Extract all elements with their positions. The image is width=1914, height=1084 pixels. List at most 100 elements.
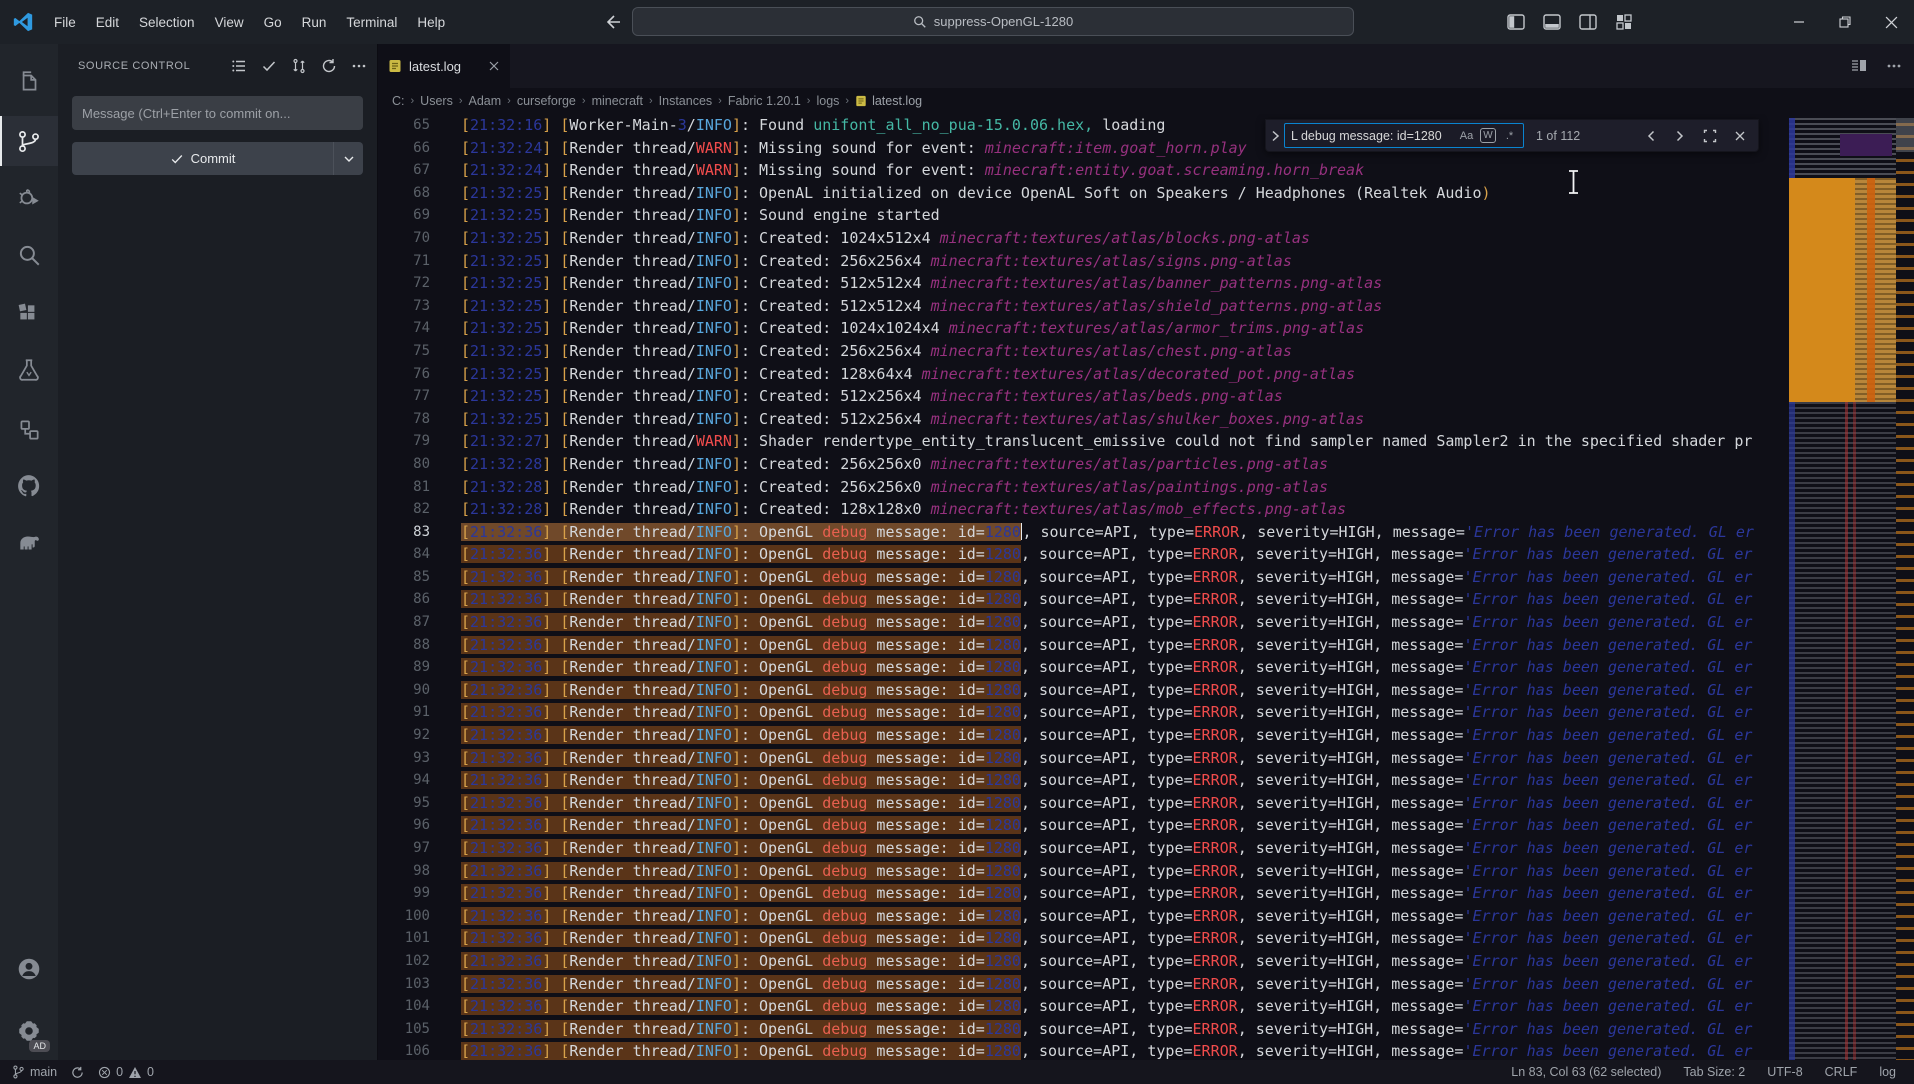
compare-changes-icon[interactable]	[291, 58, 307, 74]
sync-changes-button[interactable]	[71, 1066, 84, 1079]
log-line[interactable]: 98[21:32:36] [Render thread/INFO]: OpenG…	[378, 860, 1914, 883]
activity-run-debug[interactable]	[0, 173, 58, 223]
activity-accounts[interactable]	[0, 944, 58, 994]
log-line[interactable]: 74[21:32:25] [Render thread/INFO]: Creat…	[378, 317, 1914, 340]
log-line[interactable]: 84[21:32:36] [Render thread/INFO]: OpenG…	[378, 543, 1914, 566]
match-case-toggle[interactable]: Aa	[1457, 126, 1476, 145]
regex-toggle[interactable]: .*	[1500, 126, 1519, 145]
branch-indicator[interactable]: main	[12, 1065, 57, 1079]
breadcrumb-file[interactable]: latest.log	[855, 94, 922, 108]
find-input[interactable]: L debug message: id=1280 Aa W .*	[1284, 123, 1524, 148]
menu-view[interactable]: View	[205, 10, 254, 35]
more-actions-icon[interactable]	[351, 58, 367, 74]
log-line[interactable]: 72[21:32:25] [Render thread/INFO]: Creat…	[378, 272, 1914, 295]
log-line[interactable]: 100[21:32:36] [Render thread/INFO]: Open…	[378, 905, 1914, 928]
breadcrumb-segment[interactable]: Users	[420, 94, 453, 108]
problems-indicator[interactable]: 0 0	[98, 1065, 154, 1079]
back-arrow-icon[interactable]	[603, 12, 623, 32]
menu-terminal[interactable]: Terminal	[336, 10, 407, 35]
log-line[interactable]: 73[21:32:25] [Render thread/INFO]: Creat…	[378, 295, 1914, 318]
log-line[interactable]: 97[21:32:36] [Render thread/INFO]: OpenG…	[378, 837, 1914, 860]
log-line[interactable]: 78[21:32:25] [Render thread/INFO]: Creat…	[378, 408, 1914, 431]
previous-match-icon[interactable]	[1645, 130, 1657, 142]
activity-references[interactable]	[0, 405, 58, 455]
close-find-icon[interactable]	[1734, 130, 1746, 142]
log-line[interactable]: 89[21:32:36] [Render thread/INFO]: OpenG…	[378, 656, 1914, 679]
activity-source-control[interactable]	[0, 116, 58, 166]
split-editor-icon[interactable]	[1850, 57, 1868, 75]
commit-check-icon[interactable]	[261, 58, 277, 74]
log-line[interactable]: 80[21:32:28] [Render thread/INFO]: Creat…	[378, 453, 1914, 476]
breadcrumb-segment[interactable]: C:	[392, 94, 405, 108]
log-line[interactable]: 82[21:32:28] [Render thread/INFO]: Creat…	[378, 498, 1914, 521]
menu-edit[interactable]: Edit	[86, 10, 129, 35]
activity-github[interactable]	[0, 461, 58, 511]
log-line[interactable]: 101[21:32:36] [Render thread/INFO]: Open…	[378, 927, 1914, 950]
commit-button-main[interactable]: Commit	[72, 151, 333, 166]
log-line[interactable]: 81[21:32:28] [Render thread/INFO]: Creat…	[378, 476, 1914, 499]
activity-gradle[interactable]	[0, 518, 58, 568]
log-line[interactable]: 102[21:32:36] [Render thread/INFO]: Open…	[378, 950, 1914, 973]
log-line[interactable]: 91[21:32:36] [Render thread/INFO]: OpenG…	[378, 701, 1914, 724]
menu-selection[interactable]: Selection	[129, 10, 205, 35]
breadcrumb-segment[interactable]: curseforge	[517, 94, 576, 108]
status-eol-sequence[interactable]: CRLF	[1825, 1065, 1858, 1079]
more-actions-icon[interactable]	[1886, 58, 1902, 74]
close-window-button[interactable]	[1868, 0, 1914, 44]
breadcrumb-segment[interactable]: Instances	[659, 94, 713, 108]
log-line[interactable]: 77[21:32:25] [Render thread/INFO]: Creat…	[378, 385, 1914, 408]
minimize-button[interactable]	[1776, 0, 1822, 44]
activity-extensions[interactable]	[0, 289, 58, 339]
log-line[interactable]: 68[21:32:25] [Render thread/INFO]: OpenA…	[378, 182, 1914, 205]
toggle-sidebar-icon[interactable]	[1506, 12, 1526, 32]
commit-dropdown[interactable]	[333, 142, 363, 175]
vertical-scrollbar[interactable]	[1896, 114, 1914, 1060]
menu-go[interactable]: Go	[254, 10, 292, 35]
log-line[interactable]: 71[21:32:25] [Render thread/INFO]: Creat…	[378, 250, 1914, 273]
commit-button[interactable]: Commit	[72, 142, 363, 175]
log-line[interactable]: 86[21:32:36] [Render thread/INFO]: OpenG…	[378, 588, 1914, 611]
find-collapse-toggle[interactable]	[1266, 120, 1284, 151]
log-line[interactable]: 83[21:32:36] [Render thread/INFO]: OpenG…	[378, 521, 1914, 544]
log-line[interactable]: 104[21:32:36] [Render thread/INFO]: Open…	[378, 995, 1914, 1018]
status-language-mode[interactable]: log	[1879, 1065, 1896, 1079]
next-match-icon[interactable]	[1674, 130, 1686, 142]
status-tab-size[interactable]: Tab Size: 2	[1683, 1065, 1745, 1079]
menu-run[interactable]: Run	[292, 10, 337, 35]
activity-settings[interactable]: AD	[0, 1006, 58, 1056]
log-line[interactable]: 88[21:32:36] [Render thread/INFO]: OpenG…	[378, 634, 1914, 657]
log-line[interactable]: 90[21:32:36] [Render thread/INFO]: OpenG…	[378, 679, 1914, 702]
log-line[interactable]: 96[21:32:36] [Render thread/INFO]: OpenG…	[378, 814, 1914, 837]
scrollbar-slider[interactable]	[1896, 118, 1914, 152]
log-line[interactable]: 85[21:32:36] [Render thread/INFO]: OpenG…	[378, 566, 1914, 589]
restore-button[interactable]	[1822, 0, 1868, 44]
log-line[interactable]: 95[21:32:36] [Render thread/INFO]: OpenG…	[378, 792, 1914, 815]
log-line[interactable]: 106[21:32:36] [Render thread/INFO]: Open…	[378, 1040, 1914, 1060]
log-line[interactable]: 94[21:32:36] [Render thread/INFO]: OpenG…	[378, 769, 1914, 792]
menu-file[interactable]: File	[44, 10, 86, 35]
command-center-search[interactable]: suppress-OpenGL-1280	[632, 7, 1354, 36]
activity-explorer[interactable]	[0, 57, 58, 107]
minimap[interactable]	[1789, 114, 1896, 1060]
breadcrumb-segment[interactable]: minecraft	[592, 94, 643, 108]
refresh-icon[interactable]	[321, 58, 337, 74]
status-cursor-position[interactable]: Ln 83, Col 63 (62 selected)	[1511, 1065, 1661, 1079]
toggle-panel-icon[interactable]	[1542, 12, 1562, 32]
log-line[interactable]: 93[21:32:36] [Render thread/INFO]: OpenG…	[378, 747, 1914, 770]
log-line[interactable]: 75[21:32:25] [Render thread/INFO]: Creat…	[378, 340, 1914, 363]
whole-word-toggle[interactable]: W	[1480, 128, 1496, 143]
log-line[interactable]: 92[21:32:36] [Render thread/INFO]: OpenG…	[378, 724, 1914, 747]
log-line[interactable]: 105[21:32:36] [Render thread/INFO]: Open…	[378, 1018, 1914, 1041]
log-line[interactable]: 99[21:32:36] [Render thread/INFO]: OpenG…	[378, 882, 1914, 905]
tab-close-icon[interactable]	[488, 60, 500, 72]
menu-help[interactable]: Help	[407, 10, 455, 35]
breadcrumb-segment[interactable]: logs	[816, 94, 839, 108]
customize-layout-icon[interactable]	[1614, 12, 1634, 32]
log-line[interactable]: 103[21:32:36] [Render thread/INFO]: Open…	[378, 973, 1914, 996]
tab-latest-log[interactable]: latest.log	[378, 44, 510, 88]
find-in-selection-icon[interactable]	[1703, 129, 1717, 143]
log-line[interactable]: 69[21:32:25] [Render thread/INFO]: Sound…	[378, 204, 1914, 227]
view-as-list-icon[interactable]	[231, 58, 247, 74]
log-line[interactable]: 70[21:32:25] [Render thread/INFO]: Creat…	[378, 227, 1914, 250]
activity-search[interactable]	[0, 230, 58, 280]
